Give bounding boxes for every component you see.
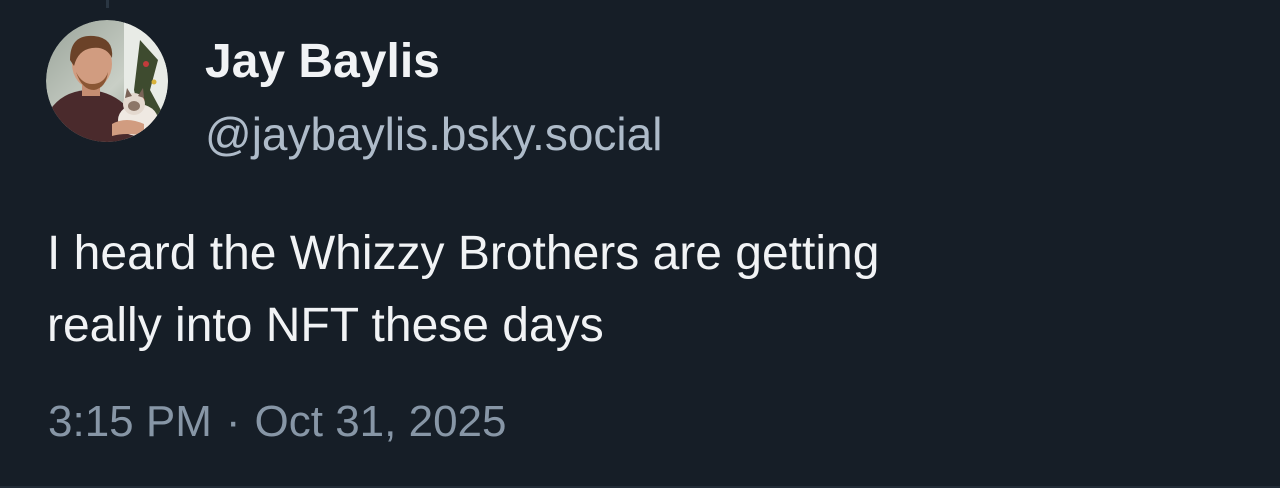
- author-display-name[interactable]: Jay Baylis: [205, 30, 662, 94]
- meta-separator: ·: [225, 397, 241, 446]
- post-time: 3:15 PM: [48, 397, 212, 446]
- author-handle[interactable]: @jaybaylis.bsky.social: [205, 106, 662, 162]
- author-info: Jay Baylis @jaybaylis.bsky.social: [205, 30, 662, 162]
- post-timestamp[interactable]: 3:15 PM · Oct 31, 2025: [48, 394, 506, 450]
- post-text: I heard the Whizzy Brothers are getting …: [47, 218, 1247, 362]
- post-text-line: really into NFT these days: [47, 299, 604, 352]
- user-avatar-icon: [46, 20, 168, 142]
- post-date: Oct 31, 2025: [254, 397, 507, 446]
- author-avatar[interactable]: [46, 20, 168, 142]
- post: Jay Baylis @jaybaylis.bsky.social I hear…: [0, 0, 1280, 488]
- post-text-line: I heard the Whizzy Brothers are getting: [47, 227, 880, 280]
